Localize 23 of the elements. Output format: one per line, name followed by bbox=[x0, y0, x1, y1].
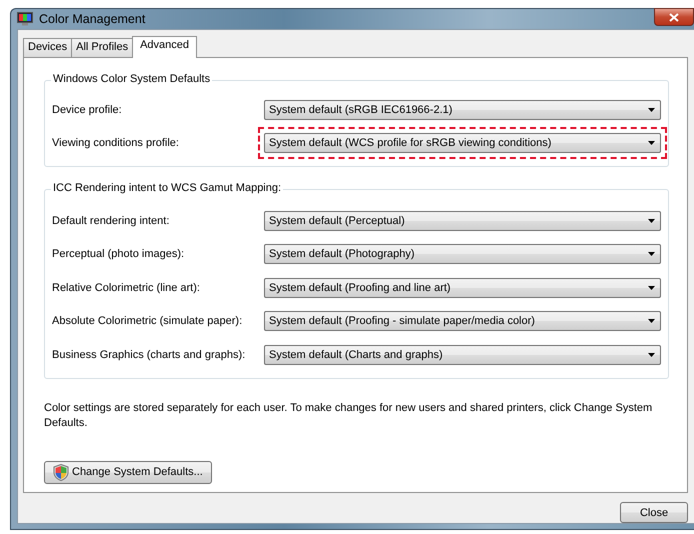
dropdown[interactable]: System default (Charts and graphs) bbox=[264, 344, 661, 365]
field-label: Device profile: bbox=[52, 104, 122, 116]
dropdown[interactable]: System default (Proofing and line art) bbox=[264, 278, 661, 298]
dropdown[interactable]: System default (Proofing - simulate paper/media color) bbox=[264, 311, 661, 332]
dropdown[interactable]: System default (sRGB IEC61966-2.1) bbox=[264, 100, 661, 120]
info-text: Color settings are stored separately for each user. To make changes for new users and shared printers, click Change System Defaults. bbox=[44, 400, 654, 430]
tab[interactable]: Advanced bbox=[132, 36, 198, 58]
dropdown[interactable]: System default (Photography) bbox=[264, 244, 661, 264]
field-label: Perceptual (photo images): bbox=[52, 248, 184, 260]
field-label: Default rendering intent: bbox=[52, 214, 170, 227]
group-title: ICC Rendering intent to WCS Gamut Mapping: bbox=[51, 182, 284, 194]
window-title: Color Management bbox=[39, 12, 146, 26]
change-defaults-button[interactable]: Change System Defaults... bbox=[44, 460, 212, 484]
field-label: Business Graphics (charts and graphs): bbox=[52, 348, 246, 361]
dropdown[interactable]: System default (WCS profile for sRGB viewing conditions) bbox=[264, 133, 661, 154]
group-title: Windows Color System Defaults bbox=[51, 73, 212, 85]
tab[interactable]: All Profiles bbox=[71, 38, 134, 57]
tab[interactable]: Devices bbox=[23, 38, 72, 57]
field-label: Viewing conditions profile: bbox=[52, 137, 179, 150]
field-label: Absolute Colorimetric (simulate paper): bbox=[52, 315, 242, 328]
close-button[interactable]: Close bbox=[620, 502, 688, 523]
field-label: Relative Colorimetric (line art): bbox=[52, 282, 200, 294]
dropdown[interactable]: System default (Perceptual) bbox=[264, 210, 661, 231]
